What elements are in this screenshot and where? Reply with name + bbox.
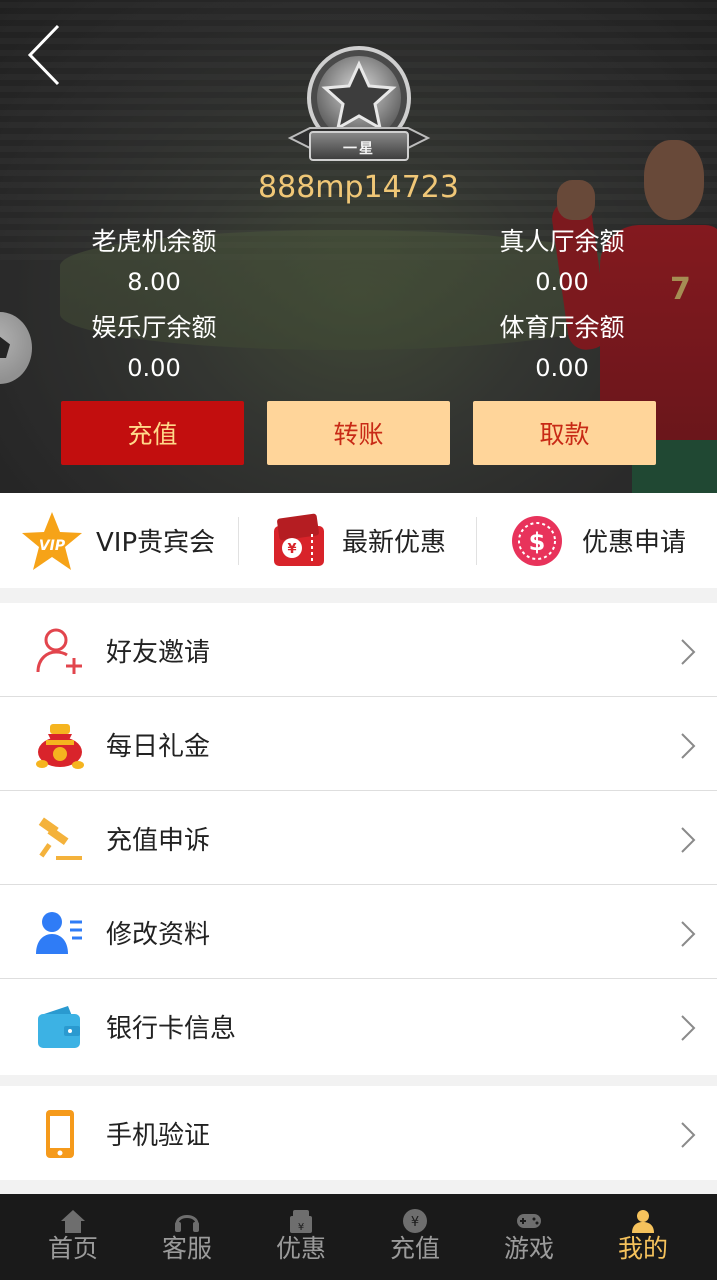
app-root: 7 一星 888mp14723 老虎机余额 8.00 真人厅余额 0.00 娱乐… [0, 0, 717, 1280]
divider [476, 517, 477, 565]
withdraw-button[interactable]: 取款 [473, 401, 656, 465]
gamepad-icon [517, 1214, 541, 1228]
menu-item-phone-verify[interactable]: 手机验证 [0, 1086, 717, 1180]
home-icon [61, 1210, 85, 1233]
chevron-right-icon [681, 733, 696, 759]
transfer-button[interactable]: 转账 [267, 401, 450, 465]
tab-promotions[interactable]: ¥ 优惠 [244, 1194, 358, 1280]
menu-item-label: 充值申诉 [106, 825, 211, 856]
vip-club-link[interactable]: VIP VIP贵宾会 [20, 493, 235, 588]
sports-balance-value: 0.00 [535, 354, 589, 382]
tab-label: 充值 [389, 1234, 440, 1263]
live-balance-value: 0.00 [535, 268, 589, 296]
latest-promo-link[interactable]: ¥ 最新优惠 [268, 493, 468, 588]
phone-icon [46, 1110, 74, 1158]
recharge-button[interactable]: 充值 [61, 401, 244, 465]
chevron-right-icon [681, 1015, 696, 1041]
user-icon [632, 1210, 654, 1233]
gift-icon: ¥ [290, 1210, 312, 1233]
chevron-right-icon [681, 639, 696, 665]
vip-level-label: 一星 [343, 141, 375, 157]
svg-text:VIP: VIP [39, 538, 66, 554]
tab-home[interactable]: 首页 [16, 1194, 130, 1280]
tab-label: 客服 [161, 1234, 212, 1263]
chevron-right-icon [681, 827, 696, 853]
live-balance-label: 真人厅余额 [499, 227, 625, 256]
headset-icon [175, 1215, 199, 1232]
menu-group-security: 手机验证 [0, 1086, 717, 1180]
red-envelope-icon: ¥ [274, 513, 324, 566]
chevron-left-icon [27, 24, 60, 86]
svg-text:¥: ¥ [411, 1215, 419, 1230]
menu-item-daily-bonus[interactable]: 每日礼金 [0, 697, 717, 791]
chevron-right-icon [681, 1122, 696, 1148]
promo-apply-label: 优惠申请 [582, 528, 687, 558]
entertainment-balance-value: 0.00 [127, 354, 181, 382]
dollar-coin-icon: $ [512, 515, 562, 566]
tab-label: 优惠 [275, 1234, 326, 1263]
divider [238, 517, 239, 565]
vip-club-label: VIP贵宾会 [96, 528, 216, 558]
entertainment-balance-label: 娱乐厅余额 [91, 313, 217, 342]
tab-games[interactable]: 游戏 [472, 1194, 586, 1280]
sports-balance-label: 体育厅余额 [499, 313, 625, 342]
money-bag-icon [36, 724, 84, 769]
svg-text:$: $ [529, 528, 546, 556]
profile-header: 7 一星 888mp14723 老虎机余额 8.00 真人厅余额 0.00 娱乐… [0, 0, 717, 493]
latest-promo-label: 最新优惠 [342, 528, 447, 558]
menu-item-label: 修改资料 [106, 919, 211, 950]
svg-text:¥: ¥ [287, 542, 296, 557]
tab-label: 游戏 [503, 1234, 554, 1263]
yen-coin-icon: ¥ [403, 1209, 427, 1233]
slot-balance-value: 8.00 [127, 268, 181, 296]
menu-group-account: 好友邀请 每日礼金 充值申诉 修改资料 银行卡信息 [0, 603, 717, 1075]
menu-item-invite-friends[interactable]: 好友邀请 [0, 603, 717, 697]
vip-star-icon: VIP [22, 511, 82, 570]
user-add-icon [36, 628, 82, 674]
tab-label: 我的 [617, 1234, 668, 1263]
gavel-icon [38, 817, 82, 860]
svg-text:¥: ¥ [298, 1222, 304, 1233]
edit-profile-icon [36, 912, 82, 954]
tab-mine[interactable]: 我的 [586, 1194, 700, 1280]
slot-balance-label: 老虎机余额 [91, 227, 217, 256]
menu-item-label: 每日礼金 [106, 731, 211, 762]
chevron-right-icon [681, 921, 696, 947]
back-button[interactable] [22, 22, 72, 88]
quick-links-bar: VIP VIP贵宾会 ¥ 最新优惠 $ 优惠申请 [0, 493, 717, 588]
menu-item-label: 好友邀请 [106, 637, 211, 668]
username: 888mp14723 [258, 170, 459, 205]
tab-label: 首页 [47, 1234, 98, 1263]
menu-item-recharge-appeal[interactable]: 充值申诉 [0, 791, 717, 885]
wallet-icon [38, 1006, 80, 1048]
bottom-tab-bar: 首页 客服 ¥ 优惠 ¥ 充值 游戏 我的 [0, 1194, 717, 1280]
menu-item-edit-profile[interactable]: 修改资料 [0, 885, 717, 979]
menu-item-bank-card[interactable]: 银行卡信息 [0, 979, 717, 1073]
menu-item-label: 手机验证 [106, 1120, 211, 1151]
promo-apply-link[interactable]: $ 优惠申请 [510, 493, 710, 588]
tab-support[interactable]: 客服 [130, 1194, 244, 1280]
menu-item-label: 银行卡信息 [106, 1013, 237, 1044]
vip-level-badge: 一星 [280, 46, 438, 172]
tab-recharge[interactable]: ¥ 充值 [358, 1194, 472, 1280]
